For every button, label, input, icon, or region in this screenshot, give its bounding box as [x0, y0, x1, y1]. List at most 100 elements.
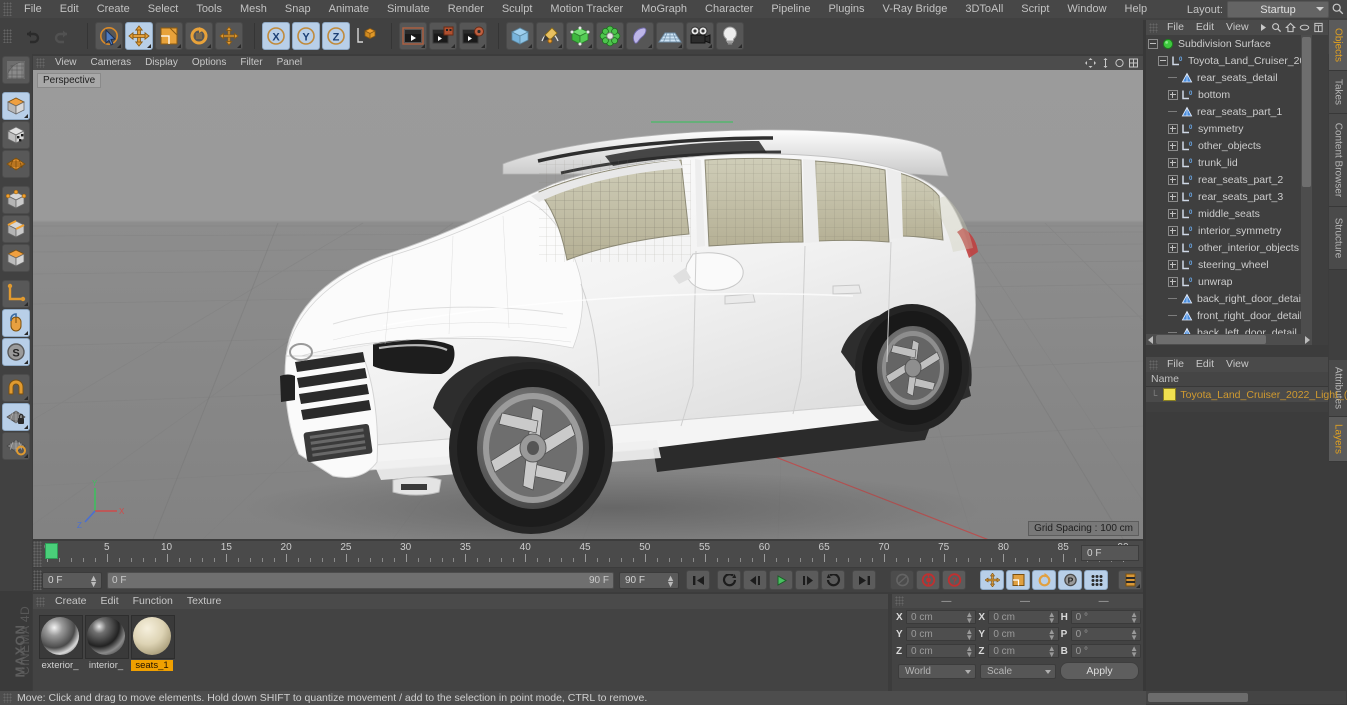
rotation-field-h[interactable]: 0 ° ▲ ▼: [1070, 610, 1141, 625]
material-swatch[interactable]: [131, 615, 175, 659]
size-field-x[interactable]: 0 cm ▲ ▼: [988, 610, 1059, 625]
texture-mode-button[interactable]: [2, 121, 30, 149]
viewport-menu-filter[interactable]: Filter: [233, 56, 269, 70]
layer-manager-menu-edit[interactable]: Edit: [1190, 357, 1220, 372]
tab-structure[interactable]: Structure: [1329, 207, 1347, 270]
layout-dropdown[interactable]: Startup: [1227, 1, 1329, 18]
rotation-field-p[interactable]: 0 ° ▲ ▼: [1070, 627, 1141, 642]
object-manager-menu-file[interactable]: File: [1161, 20, 1190, 35]
transport-grip[interactable]: [33, 570, 42, 590]
expand-icon[interactable]: [1168, 242, 1178, 253]
menu-script[interactable]: Script: [1012, 0, 1058, 18]
spinner-icon[interactable]: ▲ ▼: [965, 611, 973, 625]
magnet-button[interactable]: [2, 374, 30, 402]
menu-simulate[interactable]: Simulate: [378, 0, 439, 18]
material-menu-function[interactable]: Function: [126, 594, 180, 609]
lock-z-axis[interactable]: Z: [322, 22, 350, 50]
object-tree-row[interactable]: 0 trunk_lid: [1146, 154, 1312, 171]
coordinates-grip[interactable]: [895, 596, 904, 606]
record-parameter-button[interactable]: [1084, 570, 1108, 590]
scale-tool[interactable]: [155, 22, 183, 50]
layer-color-swatch[interactable]: [1163, 388, 1177, 401]
menu-file[interactable]: File: [15, 0, 51, 18]
menu-mograph[interactable]: MoGraph: [632, 0, 696, 18]
menu-render[interactable]: Render: [439, 0, 493, 18]
search-icon[interactable]: [1331, 2, 1345, 16]
keyframe-mode-button[interactable]: [1118, 570, 1142, 590]
add-deformer-button[interactable]: [626, 22, 654, 50]
size-field-z[interactable]: 0 cm ▲ ▼: [988, 644, 1059, 659]
expand-icon[interactable]: [1168, 225, 1178, 236]
record-position-button[interactable]: [980, 570, 1004, 590]
transform-mode-dropdown[interactable]: Scale: [980, 663, 1056, 679]
object-tree-vscrollbar[interactable]: [1301, 35, 1312, 335]
perspective-viewport[interactable]: Y X Z View Cameras Display Options Filter Pan…: [33, 56, 1143, 539]
object-tree-row[interactable]: 0 rear_seats_part_2: [1146, 171, 1312, 188]
viewport-menu-display[interactable]: Display: [138, 56, 185, 70]
spinner-icon[interactable]: ▲ ▼: [1130, 645, 1138, 659]
collapse-icon[interactable]: [1158, 55, 1168, 66]
workplane-mode-button[interactable]: [2, 432, 30, 460]
expand-icon[interactable]: [1168, 259, 1178, 270]
add-environment-button[interactable]: [656, 22, 684, 50]
object-tree-hscroll-thumb[interactable]: [1156, 335, 1266, 344]
object-tree-row[interactable]: 0 interior_symmetry: [1146, 222, 1312, 239]
uv-mesh-mode-button[interactable]: [2, 150, 30, 178]
current-frame-field[interactable]: 0 F: [1081, 545, 1139, 561]
zoom-icon[interactable]: [1100, 57, 1111, 69]
right-bottom-scrollbar[interactable]: [1146, 691, 1346, 704]
record-pla-button[interactable]: P: [1058, 570, 1082, 590]
object-manager-menu-edit[interactable]: Edit: [1190, 20, 1220, 35]
menu-pipeline[interactable]: Pipeline: [762, 0, 819, 18]
toolbar-grip[interactable]: [3, 29, 12, 43]
object-tree-row[interactable]: 0 symmetry: [1146, 120, 1312, 137]
object-tree-row[interactable]: back_right_door_detail: [1146, 290, 1312, 307]
lock-y-axis[interactable]: Y: [292, 22, 320, 50]
keyframe-selection-button[interactable]: ?: [942, 570, 966, 590]
redo-button[interactable]: [48, 22, 76, 50]
ellipse-icon[interactable]: [1299, 22, 1310, 33]
move-alt-tool[interactable]: [215, 22, 243, 50]
viewport-solo-button[interactable]: [2, 309, 30, 337]
step-back-button[interactable]: [743, 570, 767, 590]
menu-animate[interactable]: Animate: [320, 0, 378, 18]
render-settings-button[interactable]: [459, 22, 487, 50]
object-tree-row[interactable]: front_right_door_detail: [1146, 307, 1312, 324]
play-button[interactable]: [769, 570, 793, 590]
tab-objects[interactable]: Objects: [1329, 20, 1347, 71]
move-tool[interactable]: [125, 22, 153, 50]
object-tree-row[interactable]: 0 steering_wheel: [1146, 256, 1312, 273]
material-swatch[interactable]: [39, 615, 83, 659]
object-tree-row[interactable]: 0 unwrap: [1146, 273, 1312, 290]
rotation-field-b[interactable]: 0 ° ▲ ▼: [1070, 644, 1141, 659]
expand-icon[interactable]: [1168, 276, 1178, 287]
spinner-icon[interactable]: ▲ ▼: [965, 628, 973, 642]
go-to-end-button[interactable]: [852, 570, 876, 590]
material-manager-grip[interactable]: [36, 596, 45, 607]
expand-icon[interactable]: [1168, 174, 1178, 185]
expand-icon[interactable]: [1168, 140, 1178, 151]
material-name[interactable]: interior_: [85, 660, 127, 671]
menu-snap[interactable]: Snap: [276, 0, 320, 18]
viewport-grip[interactable]: [36, 58, 45, 68]
render-to-picture-viewer-button[interactable]: [429, 22, 457, 50]
object-tree-row[interactable]: 0 bottom: [1146, 86, 1312, 103]
layers-icon[interactable]: [1313, 22, 1324, 33]
material-menu-texture[interactable]: Texture: [180, 594, 228, 609]
expand-icon[interactable]: [1168, 157, 1178, 168]
menu-plugins[interactable]: Plugins: [819, 0, 873, 18]
menu-create[interactable]: Create: [88, 0, 139, 18]
current-frame-marker[interactable]: [45, 543, 58, 559]
material-name[interactable]: seats_1: [131, 660, 173, 671]
material-item[interactable]: interior_: [85, 615, 129, 671]
object-tree-row[interactable]: rear_seats_part_1: [1146, 103, 1312, 120]
add-spline-button[interactable]: [536, 22, 564, 50]
add-light-button[interactable]: [716, 22, 744, 50]
spinner-icon[interactable]: ▲ ▼: [965, 645, 973, 659]
rotate-tool[interactable]: [185, 22, 213, 50]
spinner-icon[interactable]: ▲ ▼: [666, 573, 675, 588]
object-manager-menu-view[interactable]: View: [1220, 20, 1255, 35]
points-mode-button[interactable]: [2, 186, 30, 214]
record-rotation-button[interactable]: [1032, 570, 1056, 590]
apply-button[interactable]: Apply: [1060, 662, 1139, 680]
